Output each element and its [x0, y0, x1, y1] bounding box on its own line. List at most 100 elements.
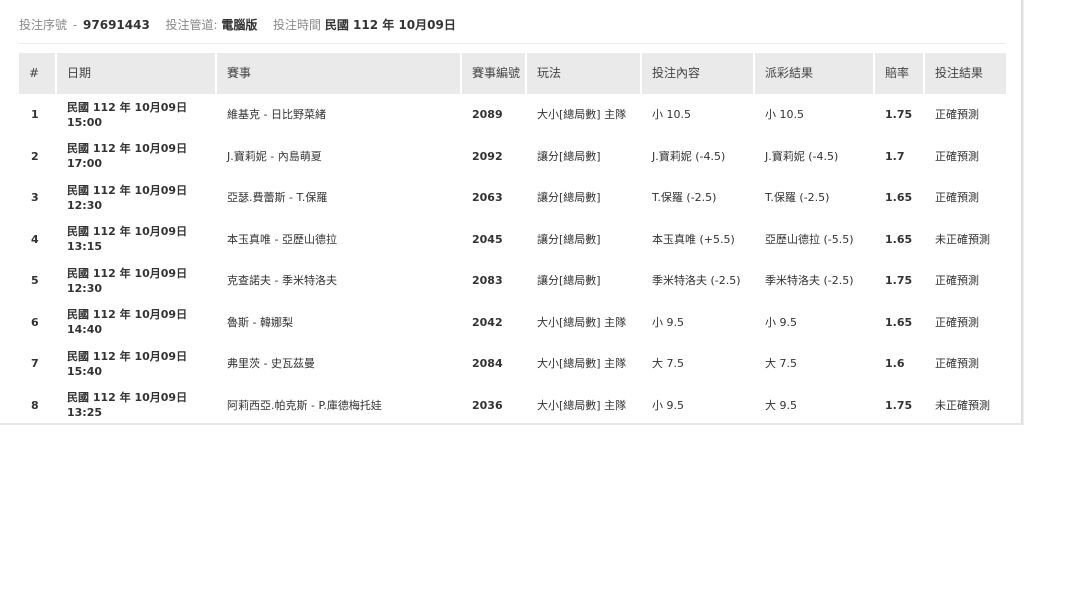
cell-odds: 1.6 [885, 357, 905, 371]
col-header-result: 投注結果 [925, 53, 1006, 94]
cell-play: 大小[總局數] 主隊 [537, 357, 627, 371]
cell-index: 3 [31, 191, 39, 205]
cell-play: 讓分[總局數] [537, 274, 601, 288]
cell-match-no: 2084 [472, 357, 503, 371]
col-header-play: 玩法 [527, 53, 642, 94]
cell-odds: 1.7 [885, 149, 905, 163]
col-header-date: 日期 [57, 53, 217, 94]
col-header-match-no: 賽事編號 [462, 53, 527, 94]
cell-match-no: 2089 [472, 108, 503, 122]
cell-date: 民國 112 年 10月09日 12:30 [57, 260, 217, 302]
cell-odds: 1.75 [885, 108, 913, 122]
cell-match-no: 2063 [472, 191, 503, 205]
panel-shadow-bottom [0, 423, 1024, 425]
cell-date-time: 15:00 [67, 115, 103, 129]
cell-date: 民國 112 年 10月09日 15:40 [57, 343, 217, 385]
cell-date-time: 12:30 [67, 281, 103, 295]
cell-date: 民國 112 年 10月09日 13:25 [57, 385, 217, 424]
cell-result: 正確預測 [935, 108, 979, 122]
cell-odds: 1.65 [885, 191, 913, 205]
cell-odds: 1.75 [885, 398, 913, 412]
serial-separator: - [72, 18, 78, 32]
channel-label: 投注管道: [165, 18, 218, 32]
cell-bet: 小 10.5 [652, 108, 691, 122]
cell-play: 大小[總局數] 主隊 [537, 315, 627, 329]
cell-date: 民國 112 年 10月09日 14:40 [57, 302, 217, 344]
cell-date-time: 17:00 [67, 157, 103, 171]
cell-date-day: 民國 112 年 10月09日 [67, 100, 188, 114]
cell-match: 維基克 - 日比野菜緒 [227, 108, 326, 122]
table-row: 4 民國 112 年 10月09日 13:15 本玉真唯 - 亞歷山德拉 2045… [19, 219, 1006, 261]
cell-match: 魯斯 - 韓娜梨 [227, 315, 293, 329]
cell-match: 弗里茨 - 史瓦茲曼 [227, 357, 315, 371]
table-row: 7 民國 112 年 10月09日 15:40 弗里茨 - 史瓦茲曼 2084 大… [19, 343, 1006, 385]
cell-bet: 小 9.5 [652, 398, 684, 412]
cell-result: 正確預測 [935, 274, 979, 288]
cell-payout: J.寶莉妮 (-4.5) [765, 149, 839, 163]
cell-date: 民國 112 年 10月09日 12:30 [57, 177, 217, 219]
cell-index: 6 [31, 315, 39, 329]
cell-date: 民國 112 年 10月09日 15:00 [57, 94, 217, 136]
cell-index: 4 [31, 232, 39, 246]
cell-payout: 大 9.5 [765, 398, 797, 412]
cell-bet: 大 7.5 [652, 357, 684, 371]
cell-payout: 大 7.5 [765, 357, 797, 371]
channel-value: 電腦版 [221, 18, 258, 32]
cell-date-time: 14:40 [67, 323, 103, 337]
table-header-row: # 日期 賽事 賽事編號 玩法 投注內容 派彩結果 賠率 投注結果 [19, 53, 1006, 94]
cell-match: 阿莉西亞.帕克斯 - P.庫德梅托娃 [227, 398, 382, 412]
col-header-index: # [19, 53, 57, 94]
cell-result: 未正確預測 [935, 398, 990, 412]
cell-date-time: 13:25 [67, 406, 103, 420]
cell-date-day: 民國 112 年 10月09日 [67, 308, 188, 322]
cell-match-no: 2042 [472, 315, 503, 329]
cell-date-time: 12:30 [67, 198, 103, 212]
serial-value: 97691443 [83, 18, 150, 32]
bet-detail-panel: 投注序號 - 97691443 投注管道: 電腦版 投注時間 民國 112 年 … [0, 0, 1021, 423]
cell-match-no: 2036 [472, 398, 503, 412]
col-header-payout: 派彩結果 [755, 53, 875, 94]
cell-result: 正確預測 [935, 191, 979, 205]
cell-play: 讓分[總局數] [537, 232, 601, 246]
bet-time-label: 投注時間 [273, 18, 322, 32]
cell-result: 正確預測 [935, 357, 979, 371]
cell-index: 5 [31, 274, 39, 288]
cell-match: J.寶莉妮 - 內島萌夏 [227, 149, 322, 163]
col-header-match: 賽事 [217, 53, 462, 94]
col-header-bet: 投注內容 [642, 53, 755, 94]
cell-index: 1 [31, 108, 39, 122]
cell-date: 民國 112 年 10月09日 17:00 [57, 136, 217, 178]
cell-date-day: 民國 112 年 10月09日 [67, 391, 188, 405]
col-header-odds: 賠率 [875, 53, 925, 94]
cell-play: 讓分[總局數] [537, 191, 601, 205]
cell-match: 亞瑟.費蕾斯 - T.保羅 [227, 191, 328, 205]
cell-odds: 1.65 [885, 315, 913, 329]
table-row: 6 民國 112 年 10月09日 14:40 魯斯 - 韓娜梨 2042 大小[… [19, 302, 1006, 344]
cell-odds: 1.65 [885, 232, 913, 246]
cell-date-day: 民國 112 年 10月09日 [67, 142, 188, 156]
table-row: 5 民國 112 年 10月09日 12:30 克查諾夫 - 季米特洛夫 2083… [19, 260, 1006, 302]
cell-odds: 1.75 [885, 274, 913, 288]
cell-date-time: 13:15 [67, 240, 103, 254]
cell-index: 8 [31, 398, 39, 412]
cell-match: 克查諾夫 - 季米特洛夫 [227, 274, 337, 288]
cell-match-no: 2045 [472, 232, 503, 246]
cell-date-time: 15:40 [67, 364, 103, 378]
cell-result: 正確預測 [935, 149, 979, 163]
cell-payout: 小 10.5 [765, 108, 804, 122]
cell-index: 7 [31, 357, 39, 371]
cell-match: 本玉真唯 - 亞歷山德拉 [227, 232, 337, 246]
cell-match-no: 2092 [472, 149, 503, 163]
cell-index: 2 [31, 149, 39, 163]
panel-shadow-right [1021, 0, 1024, 423]
cell-result: 未正確預測 [935, 232, 990, 246]
bet-table: # 日期 賽事 賽事編號 玩法 投注內容 派彩結果 賠率 投注結果 1 民國 1… [19, 53, 1006, 423]
cell-date-day: 民國 112 年 10月09日 [67, 266, 188, 280]
table-row: 3 民國 112 年 10月09日 12:30 亞瑟.費蕾斯 - T.保羅 206… [19, 177, 1006, 219]
cell-bet: J.寶莉妮 (-4.5) [652, 149, 726, 163]
table-row: 8 民國 112 年 10月09日 13:25 阿莉西亞.帕克斯 - P.庫德梅托… [19, 385, 1006, 424]
table-row: 1 民國 112 年 10月09日 15:00 維基克 - 日比野菜緒 2089 … [19, 94, 1006, 136]
bet-time-value: 民國 112 年 10月09日 [324, 18, 456, 32]
cell-date-day: 民國 112 年 10月09日 [67, 225, 188, 239]
cell-bet: 小 9.5 [652, 315, 684, 329]
